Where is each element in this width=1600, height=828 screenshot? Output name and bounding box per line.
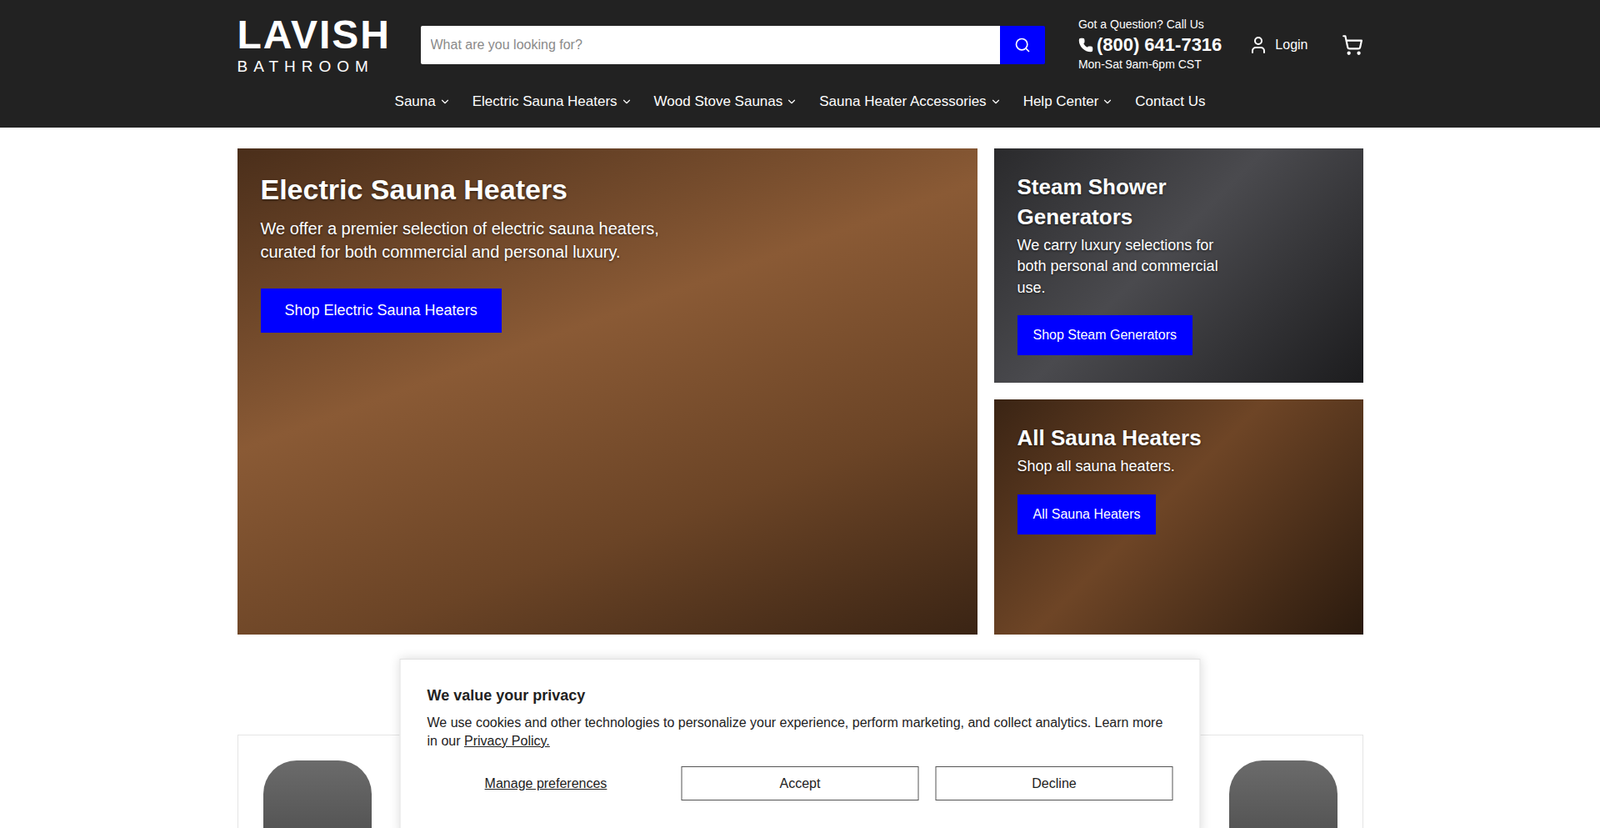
- cookie-button[interactable]: Manage preferences: [427, 765, 665, 800]
- privacy-policy-link[interactable]: Privacy Policy.: [464, 733, 550, 748]
- search-bar: [420, 25, 1045, 65]
- search-button[interactable]: [1000, 25, 1045, 65]
- nav-item[interactable]: Help Center: [1023, 90, 1115, 113]
- product-image[interactable]: [1229, 760, 1338, 828]
- search-input[interactable]: [420, 25, 1000, 65]
- chevron-down-icon: [439, 95, 451, 108]
- cookie-banner: We value your privacyWe use cookies and …: [400, 658, 1201, 828]
- nav-item[interactable]: Contact Us: [1135, 90, 1205, 113]
- nav-item[interactable]: Wood Stove Saunas: [654, 90, 799, 113]
- chevron-down-icon: [785, 95, 798, 108]
- hero-main-banner: Electric Sauna HeatersWe offer a premier…: [237, 148, 978, 635]
- login-link[interactable]: Login: [1248, 35, 1308, 55]
- chevron-down-icon: [1101, 95, 1114, 108]
- main-nav: Sauna Electric Sauna Heaters Wood Stove Sa…: [0, 74, 1600, 128]
- nav-item[interactable]: Sauna: [395, 90, 451, 113]
- page: LAVISHBATHROOM Got a Question? Call Us(80…: [0, 0, 1600, 828]
- phone-icon: [1078, 37, 1094, 53]
- product-image[interactable]: [263, 760, 372, 828]
- user-icon: [1248, 35, 1269, 55]
- hero-grid: Electric Sauna HeatersWe offer a premier…: [237, 148, 1364, 635]
- cart-button[interactable]: [1341, 34, 1364, 56]
- hero-side-banner: Steam Shower GeneratorsWe carry luxury s…: [994, 148, 1364, 384]
- hero-side-button[interactable]: All Sauna Heaters: [1017, 494, 1157, 535]
- chevron-down-icon: [990, 95, 1002, 108]
- logo[interactable]: LAVISHBATHROOM: [237, 15, 395, 75]
- hero-side-banner: All Sauna HeatersShop all sauna heaters.…: [994, 399, 1364, 635]
- cookie-button[interactable]: Decline: [935, 765, 1174, 800]
- hero-main-button[interactable]: Shop Electric Sauna Heaters: [260, 288, 502, 333]
- chevron-down-icon: [620, 95, 633, 108]
- cookie-button[interactable]: Accept: [681, 765, 920, 800]
- hero-side-button[interactable]: Shop Steam Generators: [1017, 315, 1194, 355]
- nav-item[interactable]: Electric Sauna Heaters: [472, 90, 633, 113]
- cart-icon: [1341, 34, 1364, 56]
- site-header: LAVISHBATHROOM Got a Question? Call Us(80…: [0, 0, 1600, 128]
- search-icon: [1014, 36, 1031, 54]
- contact-info: Got a Question? Call Us(800) 641-7316Mon…: [1078, 15, 1222, 75]
- nav-item[interactable]: Sauna Heater Accessories: [819, 90, 1001, 113]
